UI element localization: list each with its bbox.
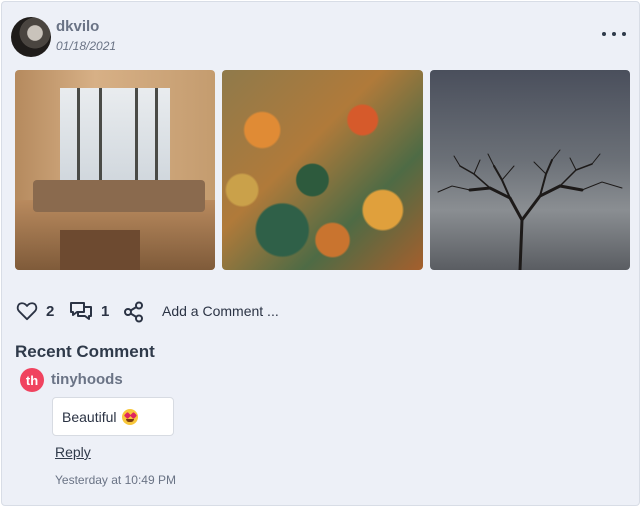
post-card: dkvilo 01/18/2021 2 1 Add a Comment ... …	[1, 1, 640, 506]
add-comment-link[interactable]: Add a Comment ...	[162, 303, 279, 319]
comment-bubble: Beautiful	[52, 397, 174, 436]
post-photo-1[interactable]	[15, 70, 215, 270]
comment-count: 1	[101, 303, 110, 320]
post-photo-2[interactable]	[222, 70, 423, 270]
post-photo-3[interactable]	[430, 70, 630, 270]
heart-icon[interactable]	[16, 301, 38, 326]
post-username[interactable]: dkvilo	[56, 18, 99, 35]
like-count: 2	[46, 303, 55, 320]
share-icon[interactable]	[123, 301, 145, 328]
user-avatar[interactable]	[11, 17, 51, 57]
comment-text: Beautiful	[62, 408, 117, 425]
commenter-avatar[interactable]: th	[20, 368, 44, 392]
more-horizontal-icon[interactable]	[602, 25, 626, 43]
comments-icon[interactable]	[69, 301, 93, 328]
recent-comment-heading: Recent Comment	[15, 342, 155, 361]
heart-eyes-emoji-icon	[122, 408, 139, 425]
comment-timestamp: Yesterday at 10:49 PM	[55, 473, 176, 487]
reply-link[interactable]: Reply	[55, 444, 91, 460]
post-date: 01/18/2021	[56, 39, 117, 53]
commenter-username[interactable]: tinyhoods	[51, 371, 123, 388]
